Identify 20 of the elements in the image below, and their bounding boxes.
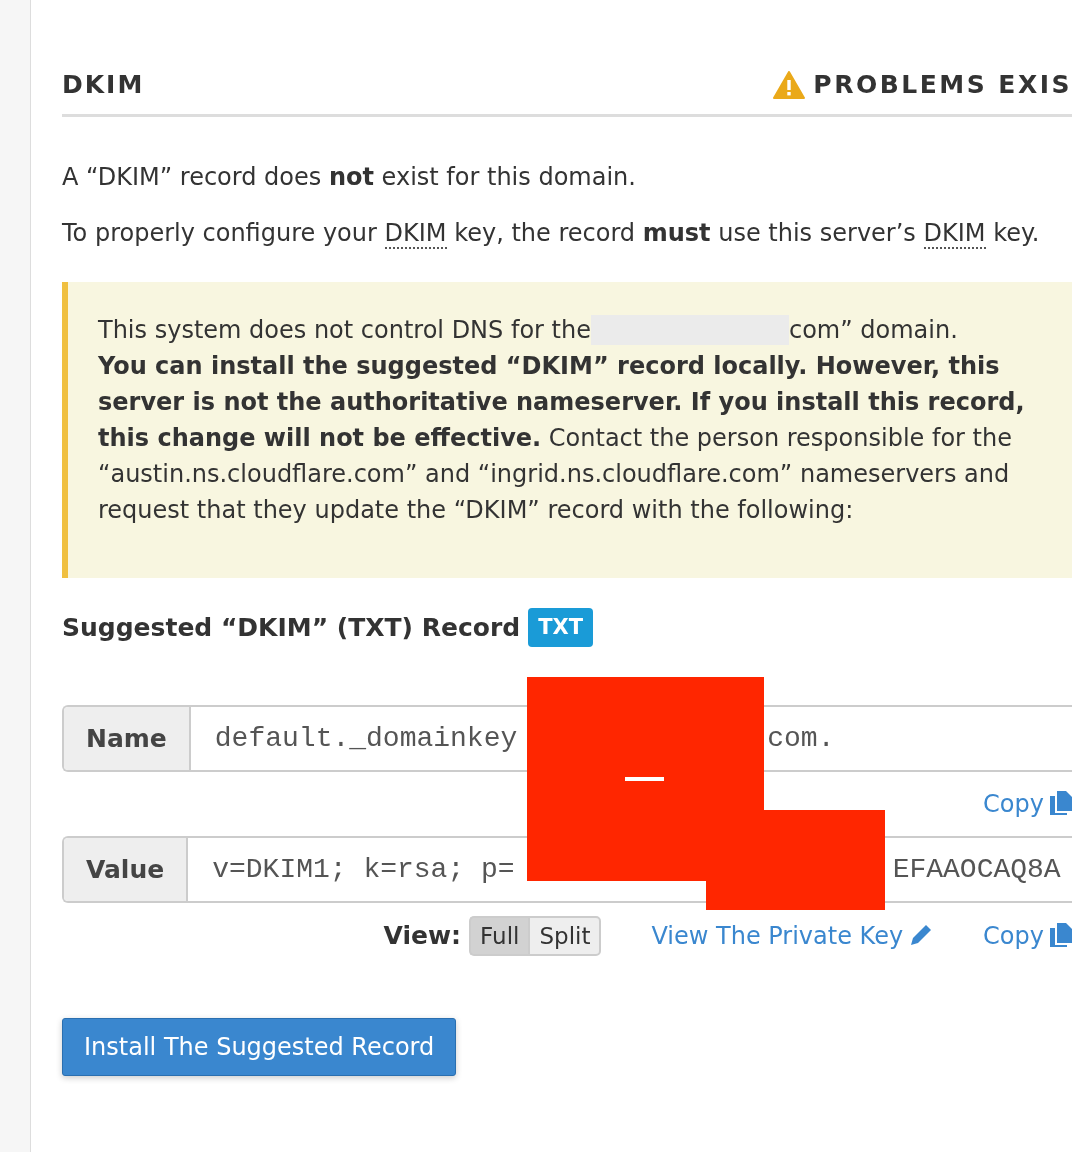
copy-icon — [1050, 791, 1072, 815]
record-title: Suggested “DKIM” (TXT) Record — [62, 611, 521, 644]
view-toggle[interactable]: Full — [469, 916, 529, 956]
description-text: To properly configure your DKIM key, the record must use this server’s DKIM key. — [62, 217, 1041, 251]
description-text: A “DKIM” record does not exist for this domain. — [62, 161, 637, 193]
copy-icon — [1050, 923, 1072, 947]
alert-text: This system does not control DNS for the — [98, 314, 591, 346]
pencil-icon — [909, 923, 934, 947]
view-toggle[interactable]: Split — [528, 916, 602, 956]
record-type-badge: TXT — [528, 607, 593, 647]
copy-link[interactable]: Copy — [983, 918, 1072, 954]
section-title: DKIM — [62, 69, 145, 101]
view-label: View: — [383, 920, 462, 953]
alert-text: You can install the suggested “DKIM” record locally. However, this server is not the authoritative nameserver. If you install this record, this change will not be effective. Contact the person responsible for the “austin.ns.cloudflare.com” and “ingrid.ns.cloudflare.com” nameservers and request that they update the “DKIM” record with the following: — [98, 350, 1026, 526]
warning-icon — [773, 70, 806, 99]
install-button[interactable]: Install The Suggested Record — [62, 1018, 457, 1076]
status-text: PROBLEMS EXIS — [813, 69, 1072, 101]
private-key-link[interactable]: View The Private Key — [651, 918, 934, 954]
copy-link[interactable]: Copy — [983, 786, 1072, 822]
alert-text: com” domain. — [788, 314, 958, 346]
